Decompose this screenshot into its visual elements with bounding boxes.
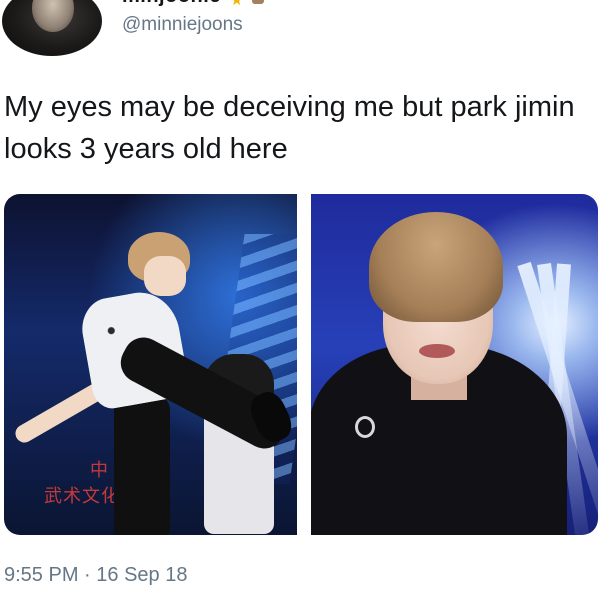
timestamp-separator: · (84, 564, 91, 586)
stage-sign-line-1: 中 (90, 460, 108, 481)
star-icon: ★ (230, 0, 244, 9)
display-name-text[interactable]: minjoonie (122, 0, 221, 8)
tweet: minjoonie ★ @minniejoons My eyes may be … (0, 0, 601, 600)
dancer-face (144, 256, 186, 296)
tweet-date: 16 Sep 18 (96, 564, 188, 586)
avatar-face (32, 0, 74, 32)
dancer-standing-leg (114, 394, 170, 535)
emoji-icon (252, 0, 264, 4)
tweet-text: My eyes may be deceiving me but park jim… (4, 91, 575, 165)
performer-mouth (419, 344, 455, 358)
media-photo-right[interactable] (311, 194, 598, 535)
user-handle[interactable]: @minniejoons (122, 14, 243, 36)
tweet-timestamp[interactable]: 9:55 PM · 16 Sep 18 (4, 564, 187, 587)
earpiece-icon (355, 416, 375, 438)
media-photo-left[interactable]: 中 武术文化 (4, 194, 297, 535)
display-name[interactable]: minjoonie (122, 0, 230, 8)
stage-sign-line-2: 武术文化 (44, 486, 120, 507)
tweet-time: 9:55 PM (4, 564, 79, 586)
performer-hair (369, 212, 503, 322)
avatar[interactable] (2, 0, 102, 56)
tweet-media: 中 武术文化 (4, 194, 598, 535)
